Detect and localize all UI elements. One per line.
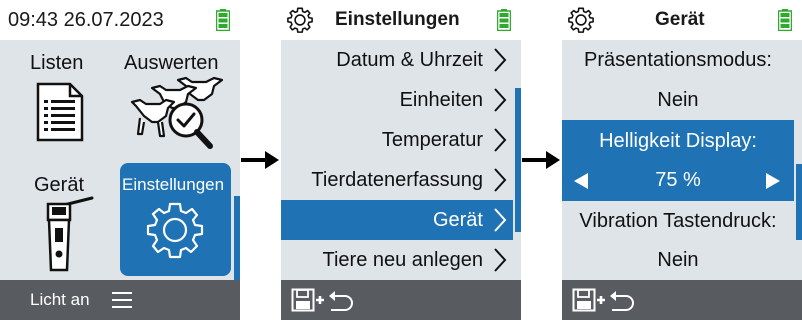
menu-item-label: Datum & Uhrzeit bbox=[336, 49, 483, 71]
tile-listen[interactable]: Listen bbox=[0, 40, 118, 160]
handheld-reader-icon bbox=[46, 196, 94, 272]
tile-auswerten[interactable]: Auswerten bbox=[118, 40, 234, 160]
battery-icon bbox=[778, 9, 792, 31]
arrow-right-icon[interactable] bbox=[764, 172, 782, 190]
tile-einstellungen-label: Einstellungen bbox=[122, 175, 225, 194]
tile-auswerten-label: Auswerten bbox=[124, 52, 219, 74]
menu-item-label: Gerät bbox=[432, 209, 483, 231]
settings-screen: Einstellungen Datum & Uhrzeit Einheiten … bbox=[281, 0, 521, 320]
chevron-right-icon bbox=[494, 48, 507, 72]
menu-item-temperatur[interactable]: Temperatur bbox=[281, 120, 513, 160]
save-plus-back-icon[interactable] bbox=[572, 286, 636, 314]
home-screen: 09:43 26.07.2023 Listen Auswerten Gerät … bbox=[0, 0, 240, 320]
menu-item-tierdatenerfassung[interactable]: Tierdatenerfassung bbox=[281, 160, 513, 200]
tile-geraet-label: Gerät bbox=[34, 174, 85, 196]
menu-item-label: Einheiten bbox=[399, 89, 483, 111]
menu-item-label: Tierdatenerfassung bbox=[311, 169, 483, 191]
hamburger-menu-icon[interactable] bbox=[112, 292, 132, 308]
bottom-bar bbox=[281, 280, 521, 320]
battery-icon bbox=[497, 9, 511, 31]
light-on-button[interactable]: Licht an bbox=[30, 280, 90, 320]
brightness-value: 75 % bbox=[655, 169, 701, 191]
title-bar: Gerät bbox=[562, 0, 802, 40]
presentation-mode-value[interactable]: Nein bbox=[562, 80, 794, 120]
flow-arrow-icon bbox=[522, 151, 560, 169]
chevron-right-icon bbox=[494, 88, 507, 112]
page-title: Gerät bbox=[655, 9, 705, 30]
save-plus-back-icon[interactable] bbox=[291, 286, 355, 314]
chevron-right-icon bbox=[494, 208, 507, 232]
brightness-setting[interactable]: Helligkeit Display: 75 % bbox=[562, 120, 794, 201]
menu-item-label: Tiere neu anlegen bbox=[322, 249, 484, 271]
device-scrollbar[interactable] bbox=[796, 164, 802, 240]
chevron-right-icon bbox=[494, 168, 507, 192]
settings-scrollbar[interactable] bbox=[515, 88, 521, 232]
status-bar: 09:43 26.07.2023 bbox=[0, 0, 240, 40]
bottom-bar: Licht an bbox=[0, 280, 240, 320]
menu-item-datum-uhrzeit[interactable]: Datum & Uhrzeit bbox=[281, 40, 513, 80]
device-screen: Gerät Präsentationsmodus: Nein Helligkei… bbox=[562, 0, 802, 320]
page-title: Einstellungen bbox=[335, 9, 460, 30]
list-document-icon bbox=[36, 82, 84, 142]
gear-icon bbox=[146, 202, 204, 259]
tile-einstellungen[interactable]: Einstellungen bbox=[120, 163, 231, 276]
presentation-mode-label: Präsentationsmodus: bbox=[584, 49, 772, 71]
flow-arrow-icon bbox=[241, 151, 279, 169]
tile-geraet[interactable]: Gerät bbox=[0, 160, 118, 280]
title-bar: Einstellungen bbox=[281, 0, 521, 40]
gear-icon bbox=[287, 7, 313, 33]
datetime-label: 09:43 26.07.2023 bbox=[8, 9, 164, 31]
cows-magnifier-icon bbox=[130, 76, 224, 149]
battery-icon bbox=[216, 9, 230, 31]
brightness-label: Helligkeit Display: bbox=[599, 130, 757, 152]
menu-item-label: Temperatur bbox=[381, 129, 483, 151]
menu-item-tiere-neu-anlegen[interactable]: Tiere neu anlegen bbox=[281, 240, 513, 280]
chevron-right-icon bbox=[494, 248, 507, 272]
vibration-label: Vibration Tastendruck: bbox=[579, 210, 777, 232]
home-scrollbar[interactable] bbox=[234, 196, 240, 280]
vibration-value[interactable]: Nein bbox=[562, 240, 794, 280]
menu-item-geraet[interactable]: Gerät bbox=[281, 200, 513, 240]
gear-icon bbox=[568, 7, 594, 33]
bottom-bar bbox=[562, 280, 802, 320]
chevron-right-icon bbox=[494, 128, 507, 152]
menu-item-einheiten[interactable]: Einheiten bbox=[281, 80, 513, 120]
tile-listen-label: Listen bbox=[30, 52, 84, 74]
